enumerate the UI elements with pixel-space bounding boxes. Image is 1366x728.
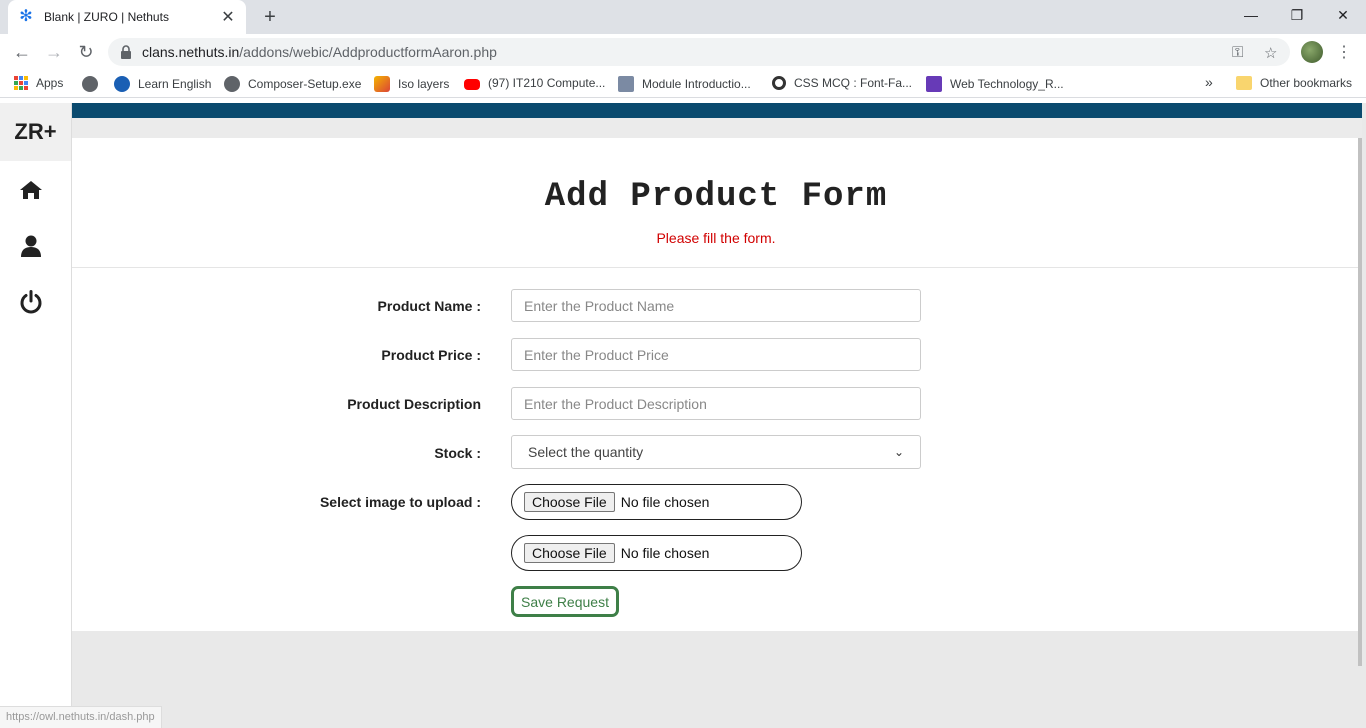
app-logo[interactable]: ZR+: [0, 103, 71, 161]
product-price-input[interactable]: [511, 338, 921, 371]
tab-title: Blank | ZURO | Nethuts: [44, 10, 169, 24]
close-tab-icon[interactable]: ✕: [220, 7, 236, 27]
profile-avatar[interactable]: [1301, 41, 1323, 63]
bookmark-module[interactable]: Module Introductio...: [618, 76, 751, 92]
page-viewport: ZR+ Add Product Form Please fill the for…: [0, 103, 1366, 728]
choose-file-button[interactable]: Choose File: [524, 492, 615, 512]
bookmark-composer[interactable]: Composer-Setup.exe: [224, 76, 361, 92]
product-description-label: Product Description: [347, 396, 481, 412]
globe-icon: [224, 76, 240, 92]
key-icon[interactable]: ⚿: [1232, 44, 1243, 61]
browser-tab[interactable]: ✻ Blank | ZURO | Nethuts ✕: [8, 0, 246, 34]
url-text: clans.nethuts.in/addons/webic/Addproduct…: [142, 44, 497, 60]
choose-file-button[interactable]: Choose File: [524, 543, 615, 563]
product-description-input[interactable]: [511, 387, 921, 420]
lock-icon: [121, 45, 131, 59]
forms-icon: [926, 76, 942, 92]
star-icon[interactable]: ☆: [1264, 44, 1277, 62]
power-icon[interactable]: [18, 289, 44, 315]
learn-english-icon: [114, 76, 130, 92]
address-bar[interactable]: clans.nethuts.in/addons/webic/Addproduct…: [108, 38, 1290, 66]
chevron-down-icon: ⌄: [893, 445, 904, 459]
page-scrollbar[interactable]: [1358, 138, 1362, 666]
gear-favicon-icon: ✻: [19, 8, 33, 25]
header-bar: [72, 103, 1362, 118]
divider: [72, 267, 1360, 268]
menu-icon[interactable]: ⋮: [1336, 42, 1352, 62]
product-price-label: Product Price :: [381, 347, 481, 363]
bookmark-apps[interactable]: Apps: [14, 76, 63, 90]
reload-icon[interactable]: ↻: [74, 40, 98, 64]
folder-icon: [1236, 76, 1252, 90]
page-title: Add Product Form: [544, 178, 888, 216]
module-icon: [618, 76, 634, 92]
restore-icon[interactable]: ❐: [1274, 0, 1320, 30]
user-icon[interactable]: [18, 233, 44, 259]
bookmark-globe[interactable]: [82, 76, 106, 92]
globe-icon: [82, 76, 98, 92]
browser-toolbar: ← → ↻ clans.nethuts.in/addons/webic/Addp…: [0, 34, 1366, 70]
circle-icon: [772, 76, 786, 90]
close-window-icon[interactable]: ✕: [1320, 0, 1366, 30]
browser-tab-bar: ✻ Blank | ZURO | Nethuts ✕ + — ❐ ✕: [0, 0, 1366, 34]
bookmark-learn-english[interactable]: Learn English: [114, 76, 211, 92]
form-subtitle: Please fill the form.: [656, 230, 776, 246]
bookmark-youtube[interactable]: (97) IT210 Compute...: [464, 76, 605, 90]
forward-icon[interactable]: →: [42, 40, 66, 64]
stock-selected-value: Select the quantity: [528, 444, 644, 460]
image-file-input-1[interactable]: Choose File No file chosen: [511, 484, 802, 520]
image-upload-label: Select image to upload :: [319, 494, 481, 510]
bookmark-iso-layers[interactable]: Iso layers: [374, 76, 449, 92]
bookmarks-bar: Apps Learn English Composer-Setup.exe Is…: [0, 70, 1366, 98]
bookmark-css-mcq[interactable]: CSS MCQ : Font-Fa...: [772, 76, 912, 90]
back-icon[interactable]: ←: [10, 40, 34, 64]
sidebar: ZR+: [0, 103, 72, 728]
status-bar-url: https://owl.nethuts.in/dash.php: [0, 706, 162, 728]
youtube-icon: [464, 78, 480, 90]
save-request-button[interactable]: Save Request: [511, 586, 619, 617]
header-spacer: [72, 118, 1362, 138]
stock-select[interactable]: Select the quantity ⌄: [511, 435, 921, 469]
product-name-label: Product Name :: [377, 298, 481, 314]
bookmarks-overflow-icon[interactable]: »: [1205, 74, 1213, 90]
file-status: No file chosen: [620, 545, 710, 561]
file-status: No file chosen: [620, 494, 710, 510]
new-tab-icon[interactable]: +: [258, 5, 282, 29]
apps-grid-icon: [14, 76, 28, 90]
iso-layers-icon: [374, 76, 390, 92]
product-name-input[interactable]: [511, 289, 921, 322]
minimize-icon[interactable]: —: [1228, 0, 1274, 30]
home-icon[interactable]: [18, 177, 44, 203]
form-card: Add Product Form Please fill the form. P…: [72, 138, 1362, 666]
bookmark-web-technology[interactable]: Web Technology_R...: [926, 76, 1064, 92]
image-file-input-2[interactable]: Choose File No file chosen: [511, 535, 802, 571]
other-bookmarks[interactable]: Other bookmarks: [1236, 76, 1352, 90]
stock-label: Stock :: [434, 445, 481, 461]
